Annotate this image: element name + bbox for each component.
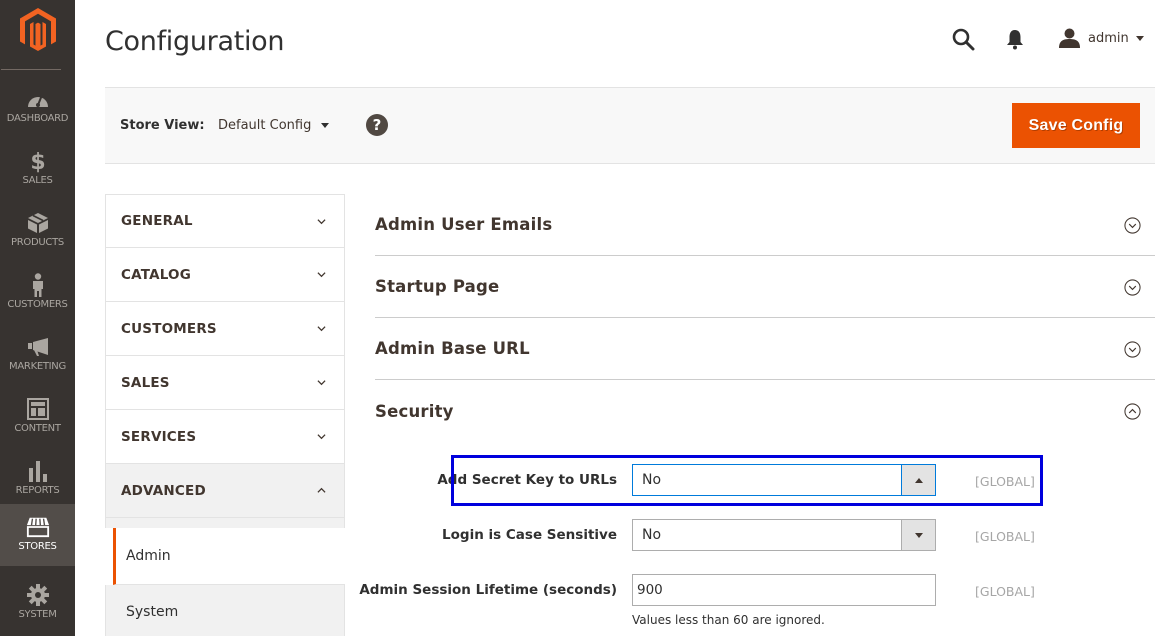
nav-label: MARKETING — [9, 361, 66, 372]
megaphone-icon — [26, 335, 50, 359]
store-view-switcher[interactable]: Default Config — [218, 118, 330, 133]
save-config-button[interactable]: Save Config — [1012, 103, 1140, 148]
nav-label: REPORTS — [15, 485, 60, 496]
help-icon[interactable]: ? — [366, 114, 388, 136]
select-value: No — [642, 527, 662, 543]
store-view-bar: Store View: Default Config ? — [105, 87, 1155, 164]
nav-item-system[interactable]: SYSTEM — [0, 572, 75, 634]
scope-label: [GLOBAL] — [975, 529, 1035, 544]
section-title: Admin User Emails — [375, 215, 553, 234]
chevron-down-icon — [317, 434, 326, 440]
page-title: Configuration — [105, 26, 285, 57]
add-secret-key-select[interactable]: No — [632, 464, 936, 496]
admin-session-lifetime-input[interactable] — [632, 574, 936, 606]
nav-item-content[interactable]: CONTENT — [0, 386, 75, 448]
expand-circle-icon — [1124, 217, 1141, 234]
svg-text:$: $ — [30, 150, 45, 173]
global-search-button[interactable] — [951, 27, 975, 51]
dollar-icon: $ — [26, 149, 50, 173]
chevron-down-icon — [1135, 35, 1144, 41]
expand-circle-icon — [1124, 279, 1141, 296]
nav-label: PRODUCTS — [11, 237, 64, 248]
section-title: Security — [375, 401, 454, 421]
caret-down-icon — [914, 532, 923, 538]
nav-item-customers[interactable]: CUSTOMERS — [0, 262, 75, 324]
select-value: No — [642, 472, 662, 488]
gear-icon — [26, 583, 50, 607]
scope-label: [GLOBAL] — [975, 474, 1035, 489]
tab-label: ADVANCED — [121, 482, 206, 499]
section-title: Admin Base URL — [375, 339, 530, 358]
collapse-circle-icon — [1124, 403, 1141, 420]
field-label-add-secret-key: Add Secret Key to URLs — [437, 472, 617, 488]
subtab-admin[interactable]: Admin — [113, 528, 345, 585]
nav-label: DASHBOARD — [6, 113, 69, 124]
layout-icon — [26, 397, 50, 421]
tab-customers[interactable]: CUSTOMERS — [105, 302, 345, 356]
section-admin-base-url[interactable]: Admin Base URL — [375, 318, 1155, 380]
chevron-down-icon — [317, 219, 326, 225]
chevron-down-icon — [317, 380, 326, 386]
username: admin — [1088, 30, 1129, 46]
store-view-label: Store View: — [120, 118, 205, 133]
caret-up-icon — [914, 477, 923, 483]
tab-label: CUSTOMERS — [121, 320, 217, 337]
subtab-spacer — [105, 518, 345, 528]
bar-chart-icon — [26, 459, 50, 483]
tab-services[interactable]: SERVICES — [105, 410, 345, 464]
tab-label: CATALOG — [121, 266, 191, 283]
field-label-login-case-sensitive: Login is Case Sensitive — [442, 527, 617, 543]
section-security[interactable]: Security — [375, 380, 1155, 442]
section-title: Startup Page — [375, 277, 500, 296]
chevron-up-icon — [317, 487, 326, 493]
section-admin-user-emails[interactable]: Admin User Emails — [375, 194, 1155, 256]
magento-logo-icon — [19, 8, 56, 51]
user-icon — [1059, 28, 1080, 48]
tab-label: SALES — [121, 374, 170, 391]
bell-icon — [1007, 30, 1023, 50]
nav-label: SALES — [22, 175, 53, 186]
box-icon — [26, 211, 50, 235]
nav-label: CUSTOMERS — [7, 299, 68, 310]
chevron-down-icon — [321, 123, 330, 128]
nav-item-reports[interactable]: REPORTS — [0, 448, 75, 510]
nav-item-dashboard[interactable]: DASHBOARD — [0, 76, 75, 138]
nav-label: CONTENT — [14, 423, 61, 434]
tab-advanced[interactable]: ADVANCED — [105, 464, 345, 518]
nav-item-sales[interactable]: $ SALES — [0, 138, 75, 200]
tab-label: SERVICES — [121, 428, 197, 445]
tab-sales[interactable]: SALES — [105, 356, 345, 410]
person-icon — [26, 273, 50, 297]
magento-logo[interactable] — [0, 6, 75, 54]
nav-item-marketing[interactable]: MARKETING — [0, 324, 75, 386]
select-toggle[interactable] — [901, 520, 935, 550]
nav-divider — [1, 69, 61, 70]
select-toggle[interactable] — [901, 465, 935, 495]
config-tabs: GENERAL CATALOG CUSTOMERS SALES SERVICES… — [105, 194, 345, 636]
config-sections: Admin User Emails Startup Page Admin Bas… — [375, 194, 1155, 442]
admin-nav: DASHBOARD $ SALES PRODUCTS CUSTOMERS MAR… — [0, 0, 75, 636]
subtab-system[interactable]: System — [105, 585, 345, 636]
nav-label: SYSTEM — [18, 609, 57, 620]
section-startup-page[interactable]: Startup Page — [375, 256, 1155, 318]
chevron-down-icon — [317, 326, 326, 332]
nav-item-stores[interactable]: STORES — [0, 504, 75, 566]
nav-label: STORES — [18, 541, 57, 552]
store-view-value: Default Config — [218, 118, 312, 133]
tab-label: GENERAL — [121, 213, 193, 229]
chevron-down-icon — [317, 272, 326, 278]
dashboard-gauge-icon — [26, 87, 50, 111]
storefront-icon — [26, 515, 50, 539]
field-note: Values less than 60 are ignored. — [632, 613, 825, 627]
login-case-sensitive-select[interactable]: No — [632, 519, 936, 551]
search-icon — [952, 28, 975, 51]
notifications-button[interactable] — [1005, 28, 1025, 50]
user-account-menu[interactable]: admin — [1059, 27, 1144, 49]
tab-general[interactable]: GENERAL — [105, 194, 345, 248]
nav-item-products[interactable]: PRODUCTS — [0, 200, 75, 262]
expand-circle-icon — [1124, 341, 1141, 358]
tab-catalog[interactable]: CATALOG — [105, 248, 345, 302]
scope-label: [GLOBAL] — [975, 584, 1035, 599]
field-label-admin-session-lifetime: Admin Session Lifetime (seconds) — [359, 582, 617, 598]
